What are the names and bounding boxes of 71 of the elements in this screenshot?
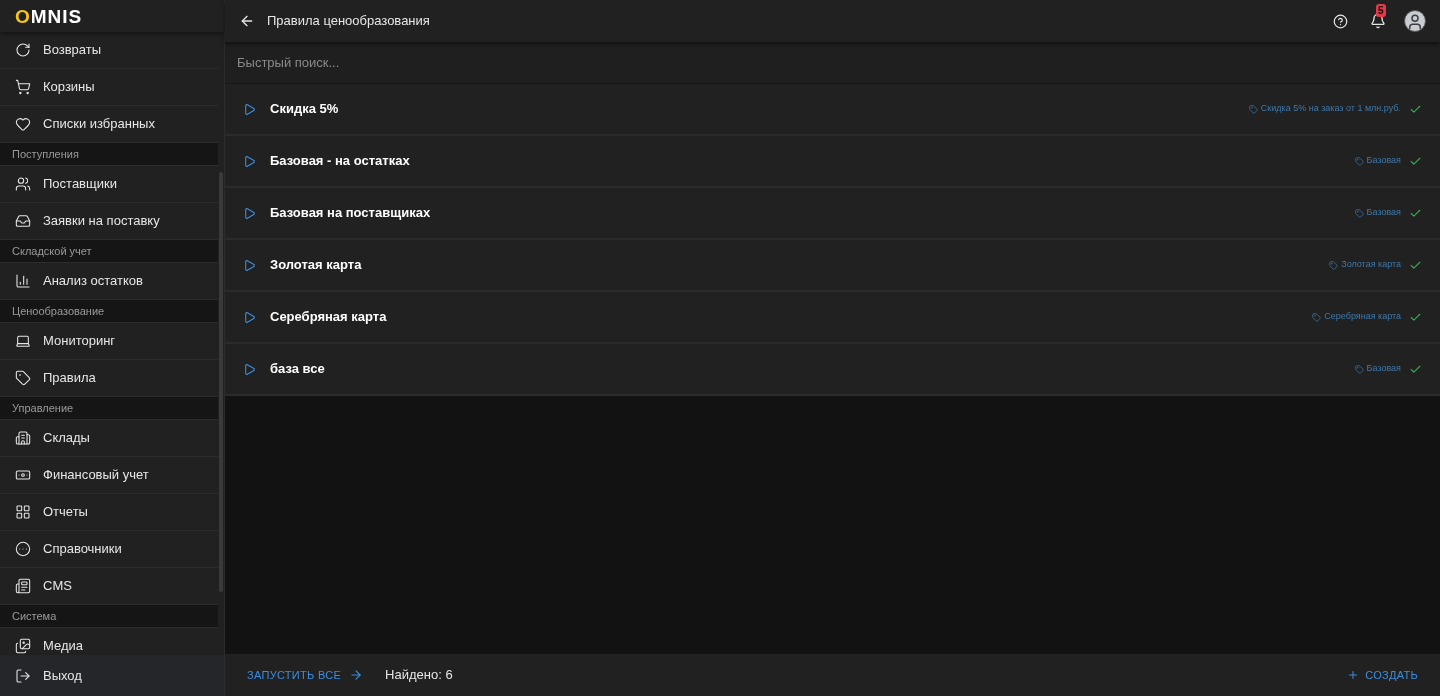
sidebar-item[interactable]: Справочники bbox=[0, 531, 218, 568]
rule-name: Серебряная карта bbox=[270, 308, 387, 327]
rule-row[interactable]: Скидка 5% Скидка 5% на заказ от 1 млн.руб. bbox=[225, 84, 1440, 136]
play-icon bbox=[243, 310, 256, 324]
play-icon bbox=[243, 362, 256, 376]
rule-name: Золотая карта bbox=[270, 256, 362, 275]
users-icon bbox=[15, 176, 31, 192]
rule-name: база все bbox=[270, 360, 325, 379]
images-icon bbox=[15, 638, 31, 654]
inbox-icon bbox=[15, 213, 31, 229]
logout-item[interactable]: Выход bbox=[0, 655, 224, 696]
rule-row[interactable]: Базовая - на остатках Базовая bbox=[225, 136, 1440, 188]
rule-name: Базовая - на остатках bbox=[270, 152, 410, 171]
sidebar-item[interactable]: Финансовый учет bbox=[0, 457, 218, 494]
refresh-icon bbox=[15, 42, 31, 58]
section-header: Система bbox=[0, 605, 218, 628]
run-all-button[interactable]: ЗАПУСТИТЬ ВСЕ bbox=[247, 666, 364, 684]
section-header: Поступления bbox=[0, 143, 218, 166]
rule-name: Базовая на поставщиках bbox=[270, 204, 431, 223]
sidebar-item[interactable]: Корзины bbox=[0, 69, 218, 106]
logo: OMNIS bbox=[15, 6, 83, 26]
cart-icon bbox=[15, 79, 31, 95]
play-icon bbox=[243, 154, 256, 168]
notification-count: 5 bbox=[1376, 4, 1386, 17]
back-button[interactable] bbox=[239, 13, 255, 29]
tag-icon bbox=[1312, 312, 1322, 322]
banknote-icon bbox=[15, 467, 31, 483]
search-field[interactable]: Быстрый поиск... bbox=[225, 42, 1440, 84]
sidebar-item[interactable]: Возвраты bbox=[0, 32, 218, 69]
page-title: Правила ценообразования bbox=[267, 12, 430, 31]
rule-row[interactable]: Золотая карта Золотая карта bbox=[225, 240, 1440, 292]
rule-row[interactable]: Серебряная карта Серебряная карта bbox=[225, 292, 1440, 344]
found-count: Найдено: 6 bbox=[385, 666, 453, 685]
rule-row[interactable]: база все Базовая bbox=[225, 344, 1440, 396]
laptop-icon bbox=[15, 333, 31, 349]
building-icon bbox=[15, 430, 31, 446]
play-icon bbox=[243, 258, 256, 272]
section-header: Складской учет bbox=[0, 240, 218, 263]
notifications-button[interactable] bbox=[1370, 13, 1386, 29]
play-icon bbox=[243, 102, 256, 116]
section-header: Ценообразование bbox=[0, 300, 218, 323]
heart-icon bbox=[15, 116, 31, 132]
tag-icon bbox=[1354, 208, 1364, 218]
price-tag: Скидка 5% на заказ от 1 млн.руб. bbox=[1260, 102, 1401, 116]
price-tag: Золотая карта bbox=[1341, 258, 1401, 272]
bar-chart-icon bbox=[15, 273, 31, 289]
tag-icon bbox=[1329, 260, 1339, 270]
tag-icon bbox=[1354, 364, 1364, 374]
sidebar-item[interactable]: Поставщики bbox=[0, 166, 218, 203]
tag-icon bbox=[1248, 104, 1258, 114]
price-tag: Базовая bbox=[1366, 154, 1401, 168]
grid-icon bbox=[15, 504, 31, 520]
rule-row[interactable]: Базовая на поставщиках Базовая bbox=[225, 188, 1440, 240]
newspaper-icon bbox=[15, 578, 31, 594]
price-tag: Базовая bbox=[1366, 206, 1401, 220]
sidebar-item[interactable]: Мониторинг bbox=[0, 323, 218, 360]
help-button[interactable] bbox=[1333, 13, 1348, 29]
sidebar-item[interactable]: Склады bbox=[0, 420, 218, 457]
avatar[interactable] bbox=[1404, 10, 1426, 32]
create-button[interactable]: СОЗДАТЬ bbox=[1347, 666, 1418, 684]
rule-name: Скидка 5% bbox=[270, 100, 339, 119]
list-circle-icon bbox=[15, 541, 31, 557]
tag-icon bbox=[15, 370, 31, 386]
play-icon bbox=[243, 206, 256, 220]
sidebar-item[interactable]: Отчеты bbox=[0, 494, 218, 531]
tag-icon bbox=[1354, 156, 1364, 166]
section-header: Управление bbox=[0, 397, 218, 420]
plus-icon bbox=[1347, 669, 1360, 681]
logout-icon bbox=[15, 667, 31, 684]
price-tag: Базовая bbox=[1366, 362, 1401, 376]
price-tag: Серебряная карта bbox=[1324, 310, 1401, 324]
